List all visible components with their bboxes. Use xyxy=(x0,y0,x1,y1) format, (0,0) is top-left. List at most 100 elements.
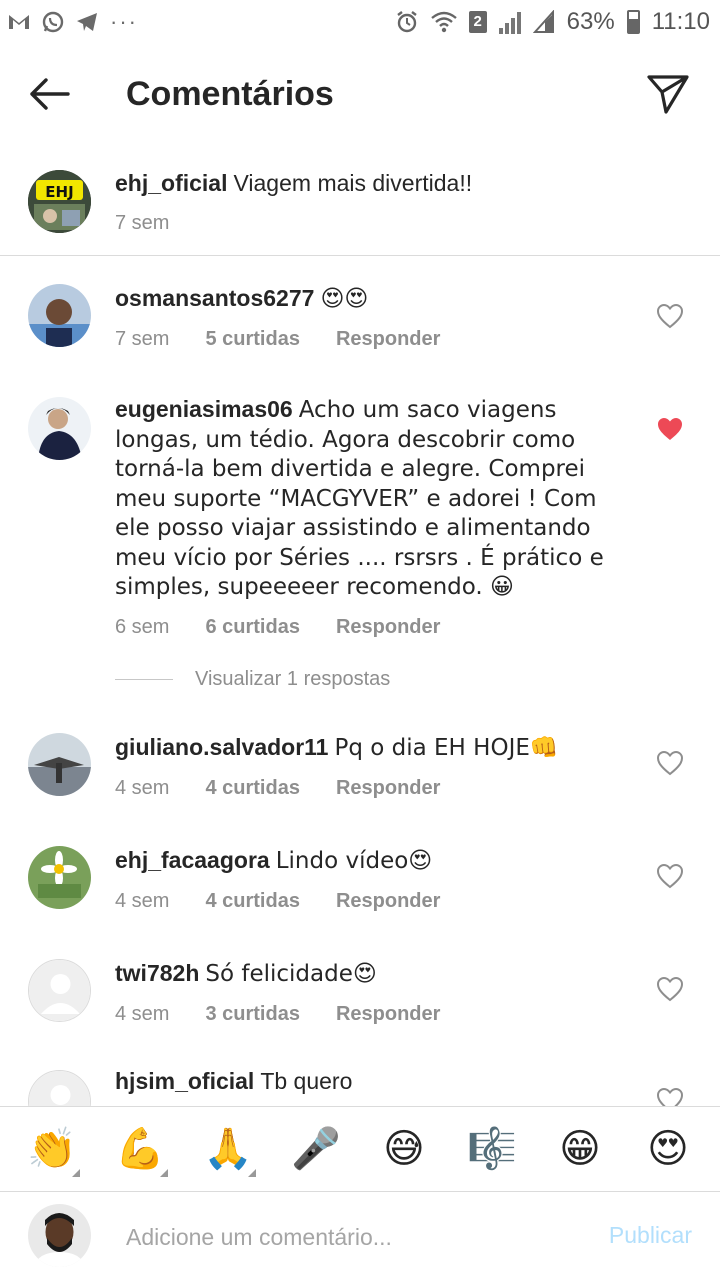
comment-time: 4 sem xyxy=(115,1002,170,1025)
reply-button[interactable]: Responder xyxy=(336,328,440,351)
view-replies-button[interactable]: Visualizar 1 respostas xyxy=(115,668,390,691)
emoji-button-beaming-face[interactable]: 😁 xyxy=(550,1119,610,1179)
clock: 11:10 xyxy=(651,8,710,35)
page-title: Comentários xyxy=(126,74,334,113)
back-button[interactable] xyxy=(0,44,98,144)
emoji-button-microphone[interactable]: 🎤 xyxy=(286,1119,346,1179)
comment-time: 4 sem xyxy=(115,889,170,912)
comment-text: Lindo vídeo😍 xyxy=(275,848,433,874)
status-right: 2 63% 11:10 xyxy=(395,8,710,36)
avatar[interactable] xyxy=(28,846,91,909)
likes-count-link[interactable]: 6 curtidas xyxy=(205,616,299,639)
share-button[interactable] xyxy=(646,72,690,116)
flexed-biceps-icon: 💪 xyxy=(115,1126,165,1172)
comment-input[interactable] xyxy=(126,1218,566,1256)
comment-username[interactable]: hjsim_oficial xyxy=(115,1068,254,1094)
grinning-sweat-icon: 😅 xyxy=(383,1126,425,1172)
caption-username[interactable]: ehj_oficial xyxy=(115,170,227,196)
heart-filled-icon[interactable] xyxy=(656,416,684,442)
reply-button[interactable]: Responder xyxy=(336,1003,440,1026)
likes-count-link[interactable]: 4 curtidas xyxy=(205,777,299,800)
gmail-icon xyxy=(9,15,29,29)
microphone-icon: 🎤 xyxy=(291,1126,341,1172)
status-bar: ··· 2 63% 11:10 xyxy=(0,0,720,44)
comment-text: Pq o dia EH HOJE👊 xyxy=(334,735,559,761)
view-replies-label: Visualizar 1 respostas xyxy=(195,668,391,690)
comment-text-line: eugeniasimas06 Acho um saco viagens longa… xyxy=(115,395,625,602)
arrow-left-icon xyxy=(30,78,70,110)
comment-text: Tb quero xyxy=(260,1068,353,1094)
reply-button[interactable]: Responder xyxy=(336,777,440,800)
comment-time: 6 sem xyxy=(115,615,170,638)
caption-body: ehj_oficial Viagem mais divertida!! 7 sem xyxy=(115,169,625,235)
avatar[interactable] xyxy=(28,1070,91,1106)
emoji-button-folded-hands[interactable]: 🙏 xyxy=(198,1119,258,1179)
folded-hands-icon: 🙏 xyxy=(203,1126,253,1172)
variant-indicator xyxy=(72,1169,80,1177)
comment-text: 😍😍 xyxy=(320,286,369,312)
avatar[interactable]: EHJ xyxy=(28,170,91,233)
heart-icon[interactable] xyxy=(656,750,684,776)
comment-item: eugeniasimas06 Acho um saco viagens longa… xyxy=(0,370,720,650)
heart-icon[interactable] xyxy=(656,303,684,329)
comment-item: giuliano.salvador11 Pq o dia EH HOJE👊 4 s… xyxy=(0,706,720,818)
emoji-button-clapping-hands[interactable]: 👏 xyxy=(22,1119,82,1179)
reply-button[interactable]: Responder xyxy=(336,616,440,639)
status-left: ··· xyxy=(8,9,138,35)
variant-indicator xyxy=(248,1169,256,1177)
emoji-quick-bar: 👏 💪 🙏 🎤 😅 🎼 😁 😍 xyxy=(0,1106,720,1192)
avatar[interactable] xyxy=(28,959,91,1022)
comment-username[interactable]: ehj_facaagora xyxy=(115,847,270,873)
publish-button[interactable]: Publicar xyxy=(609,1222,692,1249)
comment-username[interactable]: osmansantos6277 xyxy=(115,285,314,311)
emoji-button-musical-score[interactable]: 🎼 xyxy=(462,1119,522,1179)
wifi-icon xyxy=(430,11,457,33)
comment-body: osmansantos6277 😍😍 7 sem 5 curtidas Respo… xyxy=(115,284,625,351)
emoji-button-grinning-sweat[interactable]: 😅 xyxy=(374,1119,434,1179)
comment-item: twi782h Só felicidade😍 4 sem 3 curtidas R… xyxy=(0,932,720,1044)
comments-list[interactable]: EHJ ehj_oficial Viagem mais divertida!! 7… xyxy=(0,144,720,1106)
comment-text-line: twi782h Só felicidade😍 xyxy=(115,959,625,989)
caption-meta: 7 sem xyxy=(115,212,625,235)
comment-time: 7 sem xyxy=(115,327,170,350)
whatsapp-icon xyxy=(42,11,64,33)
heart-icon[interactable] xyxy=(656,863,684,889)
musical-score-icon: 🎼 xyxy=(467,1126,517,1172)
avatar[interactable] xyxy=(28,733,91,796)
variant-indicator xyxy=(160,1169,168,1177)
comment-meta: 4 sem 3 curtidas Responder xyxy=(115,1003,625,1026)
beaming-face-icon: 😁 xyxy=(559,1126,601,1172)
signal-icon xyxy=(498,10,521,34)
comment-username[interactable]: giuliano.salvador11 xyxy=(115,734,328,760)
likes-count-link[interactable]: 4 curtidas xyxy=(205,890,299,913)
reply-button[interactable]: Responder xyxy=(336,890,440,913)
comment-username[interactable]: eugeniasimas06 xyxy=(115,396,293,422)
avatar[interactable] xyxy=(28,284,91,347)
comment-meta: 6 sem 6 curtidas Responder xyxy=(115,616,625,639)
likes-count-link[interactable]: 3 curtidas xyxy=(205,1003,299,1026)
header: Comentários xyxy=(0,44,720,144)
comment-meta: 4 sem 4 curtidas Responder xyxy=(115,890,625,913)
emoji-button-heart-eyes[interactable]: 😍 xyxy=(638,1119,698,1179)
comment-item: osmansantos6277 😍😍 7 sem 5 curtidas Respo… xyxy=(0,257,720,369)
comment-meta: 7 sem 5 curtidas Responder xyxy=(115,328,625,351)
heart-icon[interactable] xyxy=(656,976,684,1002)
avatar[interactable] xyxy=(28,397,91,460)
comment-text-line: osmansantos6277 😍😍 xyxy=(115,284,625,314)
telegram-icon xyxy=(77,13,97,31)
paper-plane-icon xyxy=(647,75,689,114)
current-user-avatar xyxy=(28,1204,91,1267)
heart-eyes-icon: 😍 xyxy=(647,1126,689,1172)
emoji-button-flexed-biceps[interactable]: 💪 xyxy=(110,1119,170,1179)
caption-time: 7 sem xyxy=(115,211,170,234)
heart-icon[interactable] xyxy=(656,1087,684,1106)
comment-text: Acho um saco viagens longas, um tédio. A… xyxy=(115,397,604,600)
comment-body: eugeniasimas06 Acho um saco viagens longa… xyxy=(115,395,625,639)
comment-body: ehj_facaagora Lindo vídeo😍 4 sem 4 curtid… xyxy=(115,846,625,913)
comment-text: Só felicidade😍 xyxy=(205,961,377,987)
likes-count-link[interactable]: 5 curtidas xyxy=(205,328,299,351)
comment-text-line: ehj_facaagora Lindo vídeo😍 xyxy=(115,846,625,876)
comment-body: hjsim_oficial Tb quero xyxy=(115,1067,625,1096)
comment-text-line: hjsim_oficial Tb quero xyxy=(115,1067,625,1096)
comment-username[interactable]: twi782h xyxy=(115,960,199,986)
